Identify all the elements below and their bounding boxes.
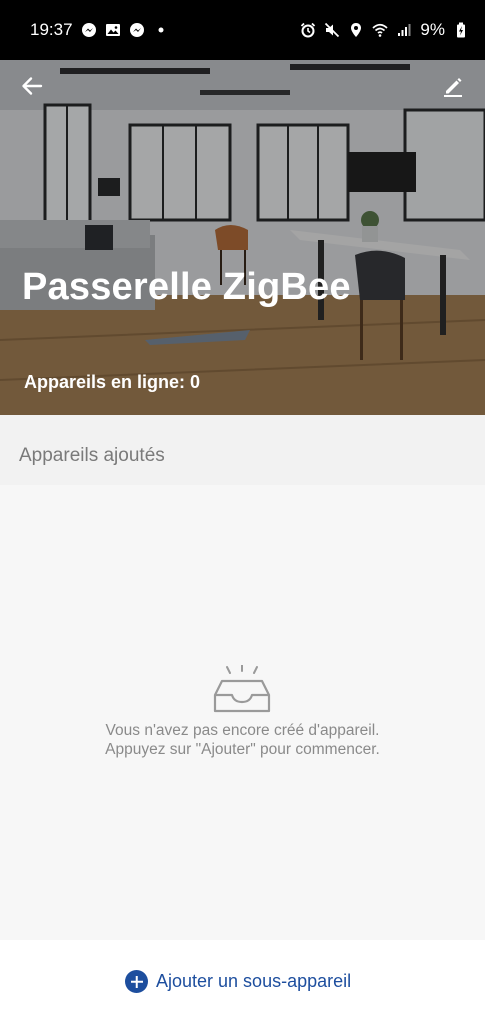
plus-circle-icon [125, 970, 148, 993]
section-header: Appareils ajoutés [0, 415, 485, 485]
mute-icon [324, 22, 340, 38]
empty-inbox-icon [213, 665, 271, 713]
battery-percent: 9% [420, 20, 445, 39]
device-list-empty: Vous n'avez pas encore créé d'appareil. … [0, 485, 485, 940]
signal-icon [396, 22, 412, 38]
arrow-left-icon [22, 77, 43, 95]
empty-state-message: Vous n'avez pas encore créé d'appareil. … [0, 721, 485, 759]
status-left: 19:37 [30, 20, 169, 40]
online-devices-count: Appareils en ligne: 0 [24, 372, 201, 392]
location-icon [348, 22, 364, 38]
messenger-icon [81, 22, 97, 38]
hero-overlay [0, 60, 485, 415]
add-sub-device-button[interactable]: Ajouter un sous-appareil [125, 970, 351, 993]
hero-banner: Passerelle ZigBee Appareils en ligne: 0 [0, 60, 485, 415]
messenger-icon [129, 22, 145, 38]
status-right: 9% [300, 20, 469, 40]
section-title: Appareils ajoutés [19, 445, 165, 466]
status-time: 19:37 [30, 20, 73, 39]
back-button[interactable] [14, 68, 50, 104]
add-sub-device-label: Ajouter un sous-appareil [156, 971, 352, 991]
bottom-bar: Ajouter un sous-appareil [0, 940, 485, 1024]
empty-state-line-2: Appuyez sur "Ajouter" pour commencer. [105, 741, 380, 758]
battery-icon [453, 22, 469, 38]
page-title: Passerelle ZigBee [22, 266, 351, 308]
dot-icon [153, 22, 169, 38]
pencil-icon [444, 78, 462, 97]
alarm-icon [300, 22, 316, 38]
empty-state-line-1: Vous n'avez pas encore créé d'appareil. [105, 722, 380, 739]
status-bar: 19:37 9% [0, 0, 485, 60]
edit-button[interactable] [435, 68, 471, 104]
gallery-icon [105, 22, 121, 38]
wifi-icon [372, 22, 388, 38]
